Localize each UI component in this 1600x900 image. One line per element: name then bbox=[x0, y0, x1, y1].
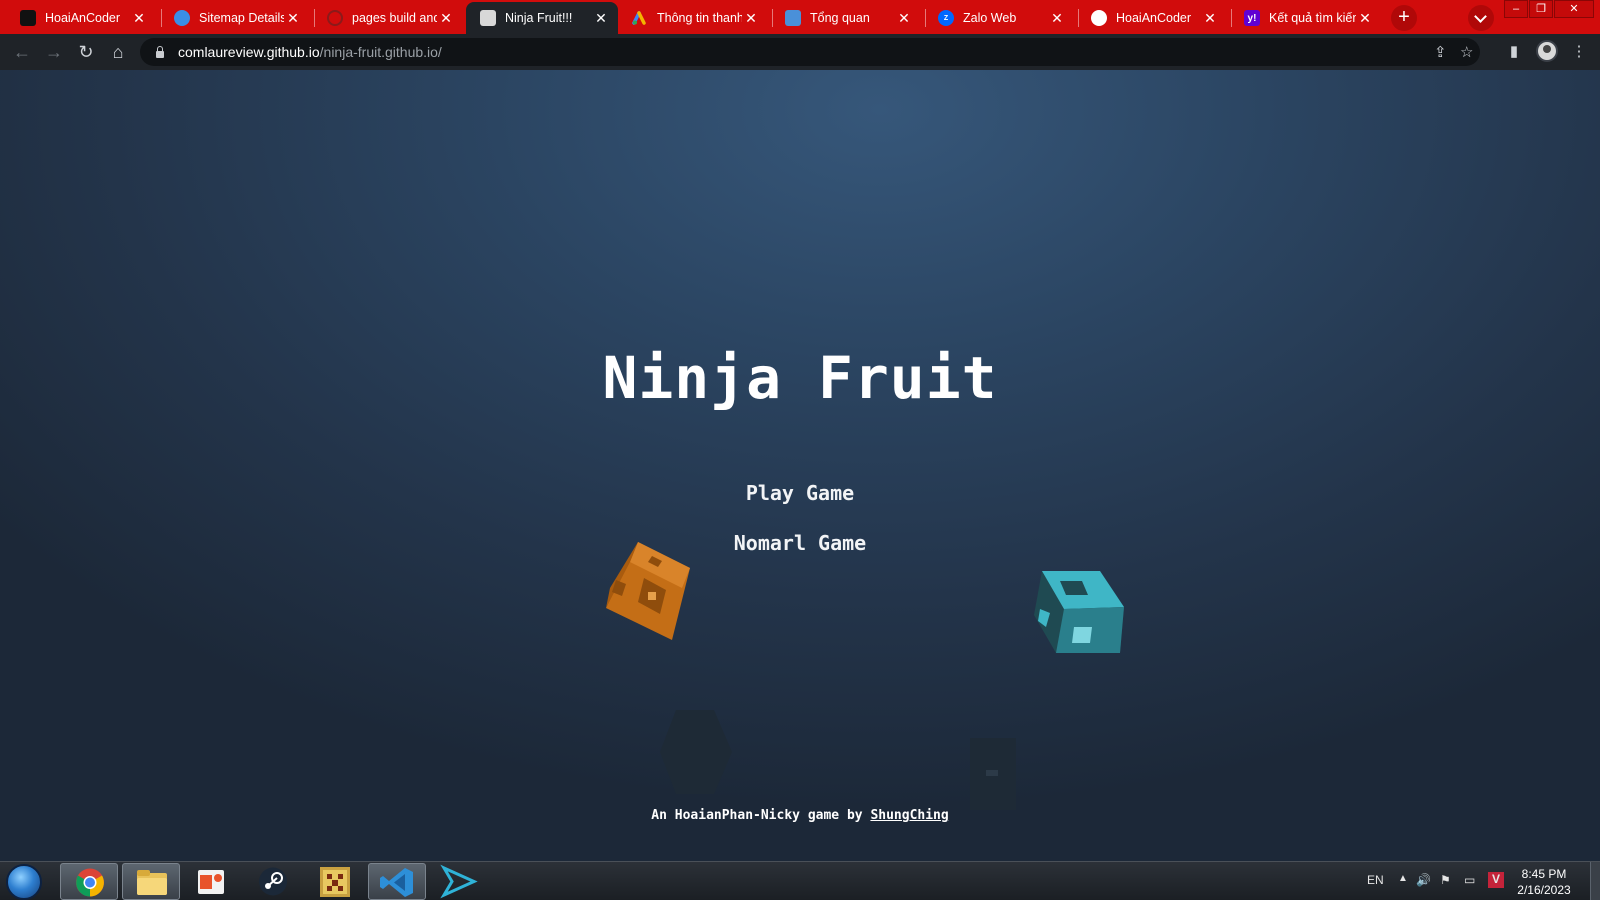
action-center-flag-icon[interactable]: ⚑ bbox=[1440, 873, 1451, 887]
tab-title: Ninja Fruit!!! bbox=[505, 11, 573, 25]
tab-title: Sitemap Details bbox=[199, 11, 284, 25]
zalo-icon: Z bbox=[938, 10, 954, 26]
volume-icon[interactable]: 🔊 bbox=[1416, 873, 1431, 887]
tab-zalo-web[interactable]: Z Zalo Web ✕ bbox=[924, 2, 1074, 34]
tab-ket-qua-tim-kiem[interactable]: y! Kết quả tìm kiếm ✕ bbox=[1230, 2, 1382, 34]
folder-icon bbox=[137, 870, 167, 895]
new-tab-button[interactable]: + bbox=[1391, 5, 1417, 31]
play-game-button[interactable]: Play Game bbox=[0, 481, 1600, 505]
close-icon[interactable]: ✕ bbox=[437, 10, 455, 27]
lock-icon bbox=[156, 45, 164, 58]
game-canvas[interactable]: Ninja Fruit Play Game Nomarl Game An Hoa… bbox=[0, 70, 1600, 861]
dosbox-icon bbox=[320, 867, 350, 897]
credit-line: An HoaianPhan-Nicky game by ShungChing bbox=[0, 808, 1600, 823]
orange-cube-shape[interactable] bbox=[600, 540, 710, 650]
tab-title: Kết quả tìm kiếm bbox=[1269, 11, 1356, 25]
browser-toolbar: ← → ↻ ⌂ comlaureview.github.io/ninja-fru… bbox=[0, 34, 1600, 70]
tab-title: Tổng quan bbox=[810, 11, 870, 25]
windows-taskbar: EN ▲ 🔊 ⚑ ▭ V 8:45 PM 2/16/2023 bbox=[0, 861, 1600, 900]
reload-button[interactable]: ↻ bbox=[74, 40, 98, 64]
close-window-button[interactable]: ✕ bbox=[1554, 0, 1594, 18]
taskbar-file-explorer[interactable] bbox=[122, 863, 180, 900]
vscode-insiders-icon bbox=[440, 864, 478, 899]
minimize-button[interactable]: – bbox=[1504, 0, 1528, 18]
chrome-icon bbox=[76, 868, 104, 897]
close-icon[interactable]: ✕ bbox=[284, 10, 302, 27]
github-spinner-icon bbox=[327, 10, 343, 26]
close-icon[interactable]: ✕ bbox=[1048, 10, 1066, 27]
site-black-icon bbox=[20, 10, 36, 26]
tab-search-button[interactable] bbox=[1468, 5, 1494, 31]
taskbar-dosbox[interactable] bbox=[306, 863, 364, 900]
clock-time: 8:45 PM bbox=[1521, 867, 1567, 881]
forward-button[interactable]: → bbox=[42, 40, 66, 64]
home-button[interactable]: ⌂ bbox=[106, 40, 130, 64]
tab-title: Thông tin thanh bbox=[657, 11, 742, 25]
globe-icon bbox=[174, 10, 190, 26]
dark-hexagon-shape[interactable] bbox=[658, 708, 734, 798]
globe-white-icon bbox=[1091, 10, 1107, 26]
tray-expand-icon[interactable]: ▲ bbox=[1398, 873, 1408, 884]
author-link[interactable]: ShungChing bbox=[870, 808, 948, 823]
teal-cube-shape[interactable] bbox=[1030, 565, 1130, 665]
taskbar-vscode-insiders[interactable] bbox=[430, 863, 488, 900]
close-icon[interactable]: ✕ bbox=[592, 10, 610, 27]
tab-title: pages build and bbox=[352, 11, 437, 25]
tab-tong-quan[interactable]: Tổng quan ✕ bbox=[771, 2, 921, 34]
close-icon[interactable]: ✕ bbox=[895, 10, 913, 27]
back-button[interactable]: ← bbox=[10, 40, 34, 64]
profile-avatar[interactable] bbox=[1536, 40, 1558, 62]
bookmark-star-icon[interactable]: ☆ bbox=[1460, 43, 1473, 61]
dark-block-shape[interactable] bbox=[970, 738, 1016, 810]
network-icon[interactable]: ▭ bbox=[1464, 873, 1475, 887]
share-icon[interactable]: ⇪ bbox=[1434, 43, 1447, 61]
show-desktop-button[interactable] bbox=[1590, 862, 1600, 900]
tab-title: HoaiAnCoder bbox=[45, 11, 121, 25]
vscode-icon bbox=[380, 868, 413, 897]
browser-tab-strip: HoaiAnCoder ✕ Sitemap Details ✕ pages bu… bbox=[0, 0, 1600, 34]
credit-prefix: An HoaianPhan-Nicky game by bbox=[651, 808, 871, 823]
close-icon[interactable]: ✕ bbox=[742, 10, 760, 27]
taskbar-steam[interactable] bbox=[244, 863, 302, 900]
vivaldi-tray-icon[interactable]: V bbox=[1488, 872, 1504, 888]
tab-sitemap-details[interactable]: Sitemap Details ✕ bbox=[160, 2, 310, 34]
menu-kebab-icon[interactable]: ⋮ bbox=[1567, 40, 1591, 64]
office-icon bbox=[198, 870, 224, 894]
tab-title: HoaiAnCoder bbox=[1116, 11, 1192, 25]
tab-pages-build[interactable]: pages build and ✕ bbox=[313, 2, 463, 34]
game-title: Ninja Fruit bbox=[602, 344, 998, 412]
ninja-avatar-icon bbox=[480, 10, 496, 26]
tab-hoaiancoder[interactable]: HoaiAnCoder ✕ bbox=[6, 2, 156, 34]
steam-icon bbox=[259, 867, 287, 896]
url-text: comlaureview.github.io/ninja-fruit.githu… bbox=[178, 44, 442, 60]
system-clock[interactable]: 8:45 PM 2/16/2023 bbox=[1506, 866, 1582, 898]
close-icon[interactable]: ✕ bbox=[1356, 10, 1374, 27]
clock-date: 2/16/2023 bbox=[1517, 883, 1571, 897]
tab-ninja-fruit[interactable]: Ninja Fruit!!! ✕ bbox=[466, 2, 618, 34]
restore-button[interactable]: ❐ bbox=[1529, 0, 1553, 18]
close-icon[interactable]: ✕ bbox=[1201, 10, 1219, 27]
taskbar-office[interactable] bbox=[182, 863, 240, 900]
side-panel-icon[interactable]: ▮ bbox=[1502, 40, 1526, 64]
address-bar[interactable]: comlaureview.github.io/ninja-fruit.githu… bbox=[140, 38, 1480, 66]
language-indicator[interactable]: EN bbox=[1367, 873, 1384, 887]
tab-thong-tin-thanh[interactable]: Thông tin thanh ✕ bbox=[618, 2, 768, 34]
close-icon[interactable]: ✕ bbox=[130, 10, 148, 27]
store-icon bbox=[785, 10, 801, 26]
yahoo-icon: y! bbox=[1244, 10, 1260, 26]
taskbar-chrome[interactable] bbox=[60, 863, 118, 900]
url-host: comlaureview.github.io bbox=[178, 44, 320, 60]
google-ads-icon bbox=[632, 10, 648, 26]
start-button[interactable] bbox=[6, 864, 42, 900]
normal-game-button[interactable]: Nomarl Game bbox=[0, 531, 1600, 555]
url-path: /ninja-fruit.github.io/ bbox=[319, 44, 442, 60]
tab-title: Zalo Web bbox=[963, 11, 1017, 25]
taskbar-vscode[interactable] bbox=[368, 863, 426, 900]
tab-hoaiancoder-2[interactable]: HoaiAnCoder ✕ bbox=[1077, 2, 1227, 34]
